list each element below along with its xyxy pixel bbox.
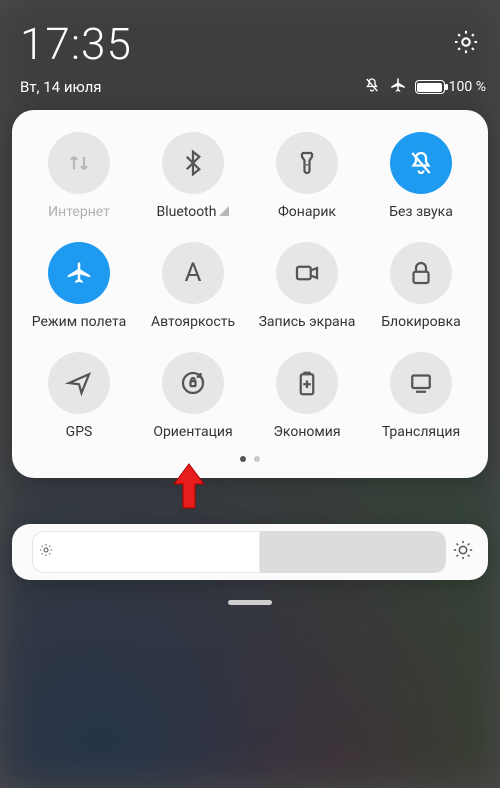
orientation-lock-icon (162, 352, 224, 414)
tile-internet[interactable]: Интернет (22, 132, 136, 220)
brightness-low-icon (38, 542, 54, 562)
tile-cast[interactable]: Трансляция (364, 352, 478, 440)
annotation-arrow (172, 462, 206, 510)
tile-airplane[interactable]: Режим полета (22, 242, 136, 330)
battery-status: 100 % (415, 79, 486, 95)
tile-bluetooth[interactable]: Bluetooth (136, 132, 250, 220)
brightness-high-icon (452, 539, 474, 565)
screen-record-icon (276, 242, 338, 304)
quick-settings-panel: Интернет Bluetooth Фонарик Без звука Реж (12, 110, 488, 478)
clock: 17:35 (20, 18, 132, 70)
brightness-fill (32, 531, 260, 573)
tile-label: Запись экрана (259, 314, 356, 330)
auto-brightness-icon: A (162, 242, 224, 304)
tile-mute[interactable]: Без звука (364, 132, 478, 220)
brightness-slider[interactable] (12, 524, 488, 580)
signal-icon (219, 206, 229, 216)
tile-label: Bluetooth (157, 204, 230, 220)
tile-lock[interactable]: Блокировка (364, 242, 478, 330)
tile-label: Экономия (273, 424, 340, 440)
battery-saver-icon (276, 352, 338, 414)
bluetooth-icon (162, 132, 224, 194)
tile-label: Автояркость (151, 314, 235, 330)
tile-screenrec[interactable]: Запись экрана (250, 242, 364, 330)
status-date: Вт, 14 июля (20, 78, 102, 96)
airplane-icon (48, 242, 110, 304)
cast-icon (390, 352, 452, 414)
tile-label: Без звука (389, 204, 453, 220)
tile-label: Ориентация (153, 424, 232, 440)
airplane-status-icon (389, 76, 407, 98)
tile-label: Трансляция (382, 424, 460, 440)
drag-handle[interactable] (228, 600, 272, 605)
tile-label: Режим полета (32, 314, 126, 330)
tile-gps[interactable]: GPS (22, 352, 136, 440)
flashlight-icon (276, 132, 338, 194)
settings-gear-icon[interactable] (452, 28, 480, 60)
lock-icon (390, 242, 452, 304)
page-indicator (22, 456, 478, 462)
mute-icon (390, 132, 452, 194)
status-icons: 100 % (363, 76, 486, 98)
mute-status-icon (363, 76, 381, 98)
gps-icon (48, 352, 110, 414)
tile-orientation[interactable]: Ориентация (136, 352, 250, 440)
tile-label: Интернет (48, 204, 110, 220)
tile-battery-saver[interactable]: Экономия (250, 352, 364, 440)
mobile-data-icon (48, 132, 110, 194)
tile-flashlight[interactable]: Фонарик (250, 132, 364, 220)
tile-autobright[interactable]: A Автояркость (136, 242, 250, 330)
tile-label: Фонарик (278, 204, 336, 220)
tile-label: Блокировка (381, 314, 461, 330)
tile-label: GPS (66, 424, 93, 440)
